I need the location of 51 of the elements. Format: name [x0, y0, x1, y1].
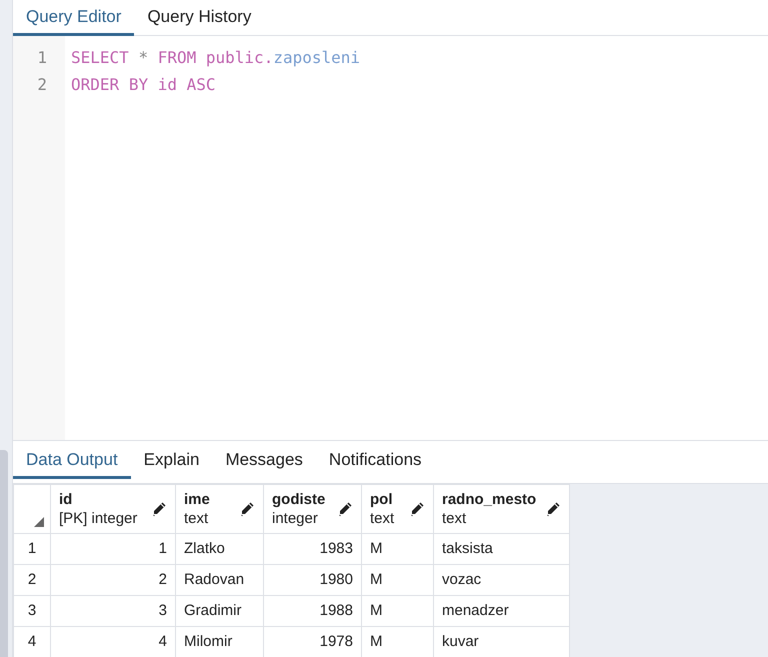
column-type: text [442, 508, 468, 528]
line-number: 1 [36, 47, 48, 69]
column-name: pol [370, 490, 394, 508]
column-header[interactable]: id [PK] integer [50, 484, 176, 534]
tab[interactable]: Data Output [13, 443, 131, 479]
row-number[interactable]: 3 [14, 596, 50, 626]
code-line: SELECT * FROM public.zaposleni [71, 47, 360, 69]
column-name: ime [184, 490, 210, 508]
table-cell: M [362, 564, 434, 596]
column-header[interactable]: ime text [176, 484, 264, 534]
pencil-icon[interactable] [545, 501, 561, 517]
table-cell: 1980 [264, 564, 362, 596]
table-cell: Radovan [176, 564, 264, 596]
column-header[interactable]: pol text [362, 484, 434, 534]
table-cell: 2 [50, 564, 176, 596]
column-type: text [184, 508, 210, 528]
table-cell: menadzer [434, 596, 570, 626]
row-number[interactable]: 1 [14, 534, 50, 564]
row-number[interactable]: 2 [14, 564, 50, 596]
column-name: radno_mesto [442, 490, 536, 508]
column-header[interactable]: godiste integer [264, 484, 362, 534]
table-cell: 3 [50, 596, 176, 626]
pencil-icon[interactable] [409, 501, 425, 517]
sort-corner-icon[interactable] [34, 517, 44, 527]
table-cell: vozac [434, 564, 570, 596]
table-cell: M [362, 596, 434, 626]
column-type: text [370, 508, 394, 528]
table-cell: 1983 [264, 534, 362, 564]
column-name: id [59, 490, 74, 508]
table-cell: M [362, 534, 434, 564]
code-line: ORDER BY id ASC [71, 74, 216, 96]
column-header[interactable]: radno_mesto text [434, 484, 570, 534]
tab[interactable]: Notifications [316, 443, 435, 479]
column-type: integer [272, 508, 319, 528]
table-cell: Gradimir [176, 596, 264, 626]
tab[interactable]: Messages [212, 443, 316, 479]
scrollbar[interactable] [0, 450, 8, 657]
column-name: godiste [272, 490, 326, 508]
tab[interactable]: Explain [130, 443, 212, 479]
row-number[interactable]: 4 [14, 626, 50, 657]
table-cell: 1988 [264, 596, 362, 626]
pencil-icon[interactable] [151, 501, 167, 517]
pencil-icon[interactable] [239, 501, 255, 517]
tab[interactable]: Query History [134, 0, 264, 36]
column-type: [PK] integer [59, 508, 138, 528]
table-cell: 1 [50, 534, 176, 564]
line-number: 2 [36, 74, 48, 96]
table-cell: Zlatko [176, 534, 264, 564]
pencil-icon[interactable] [337, 501, 353, 517]
code-editor[interactable]: SELECT * FROM public.zaposleni ORDER BY id ASC [65, 36, 768, 440]
table-cell: taksista [434, 534, 570, 564]
